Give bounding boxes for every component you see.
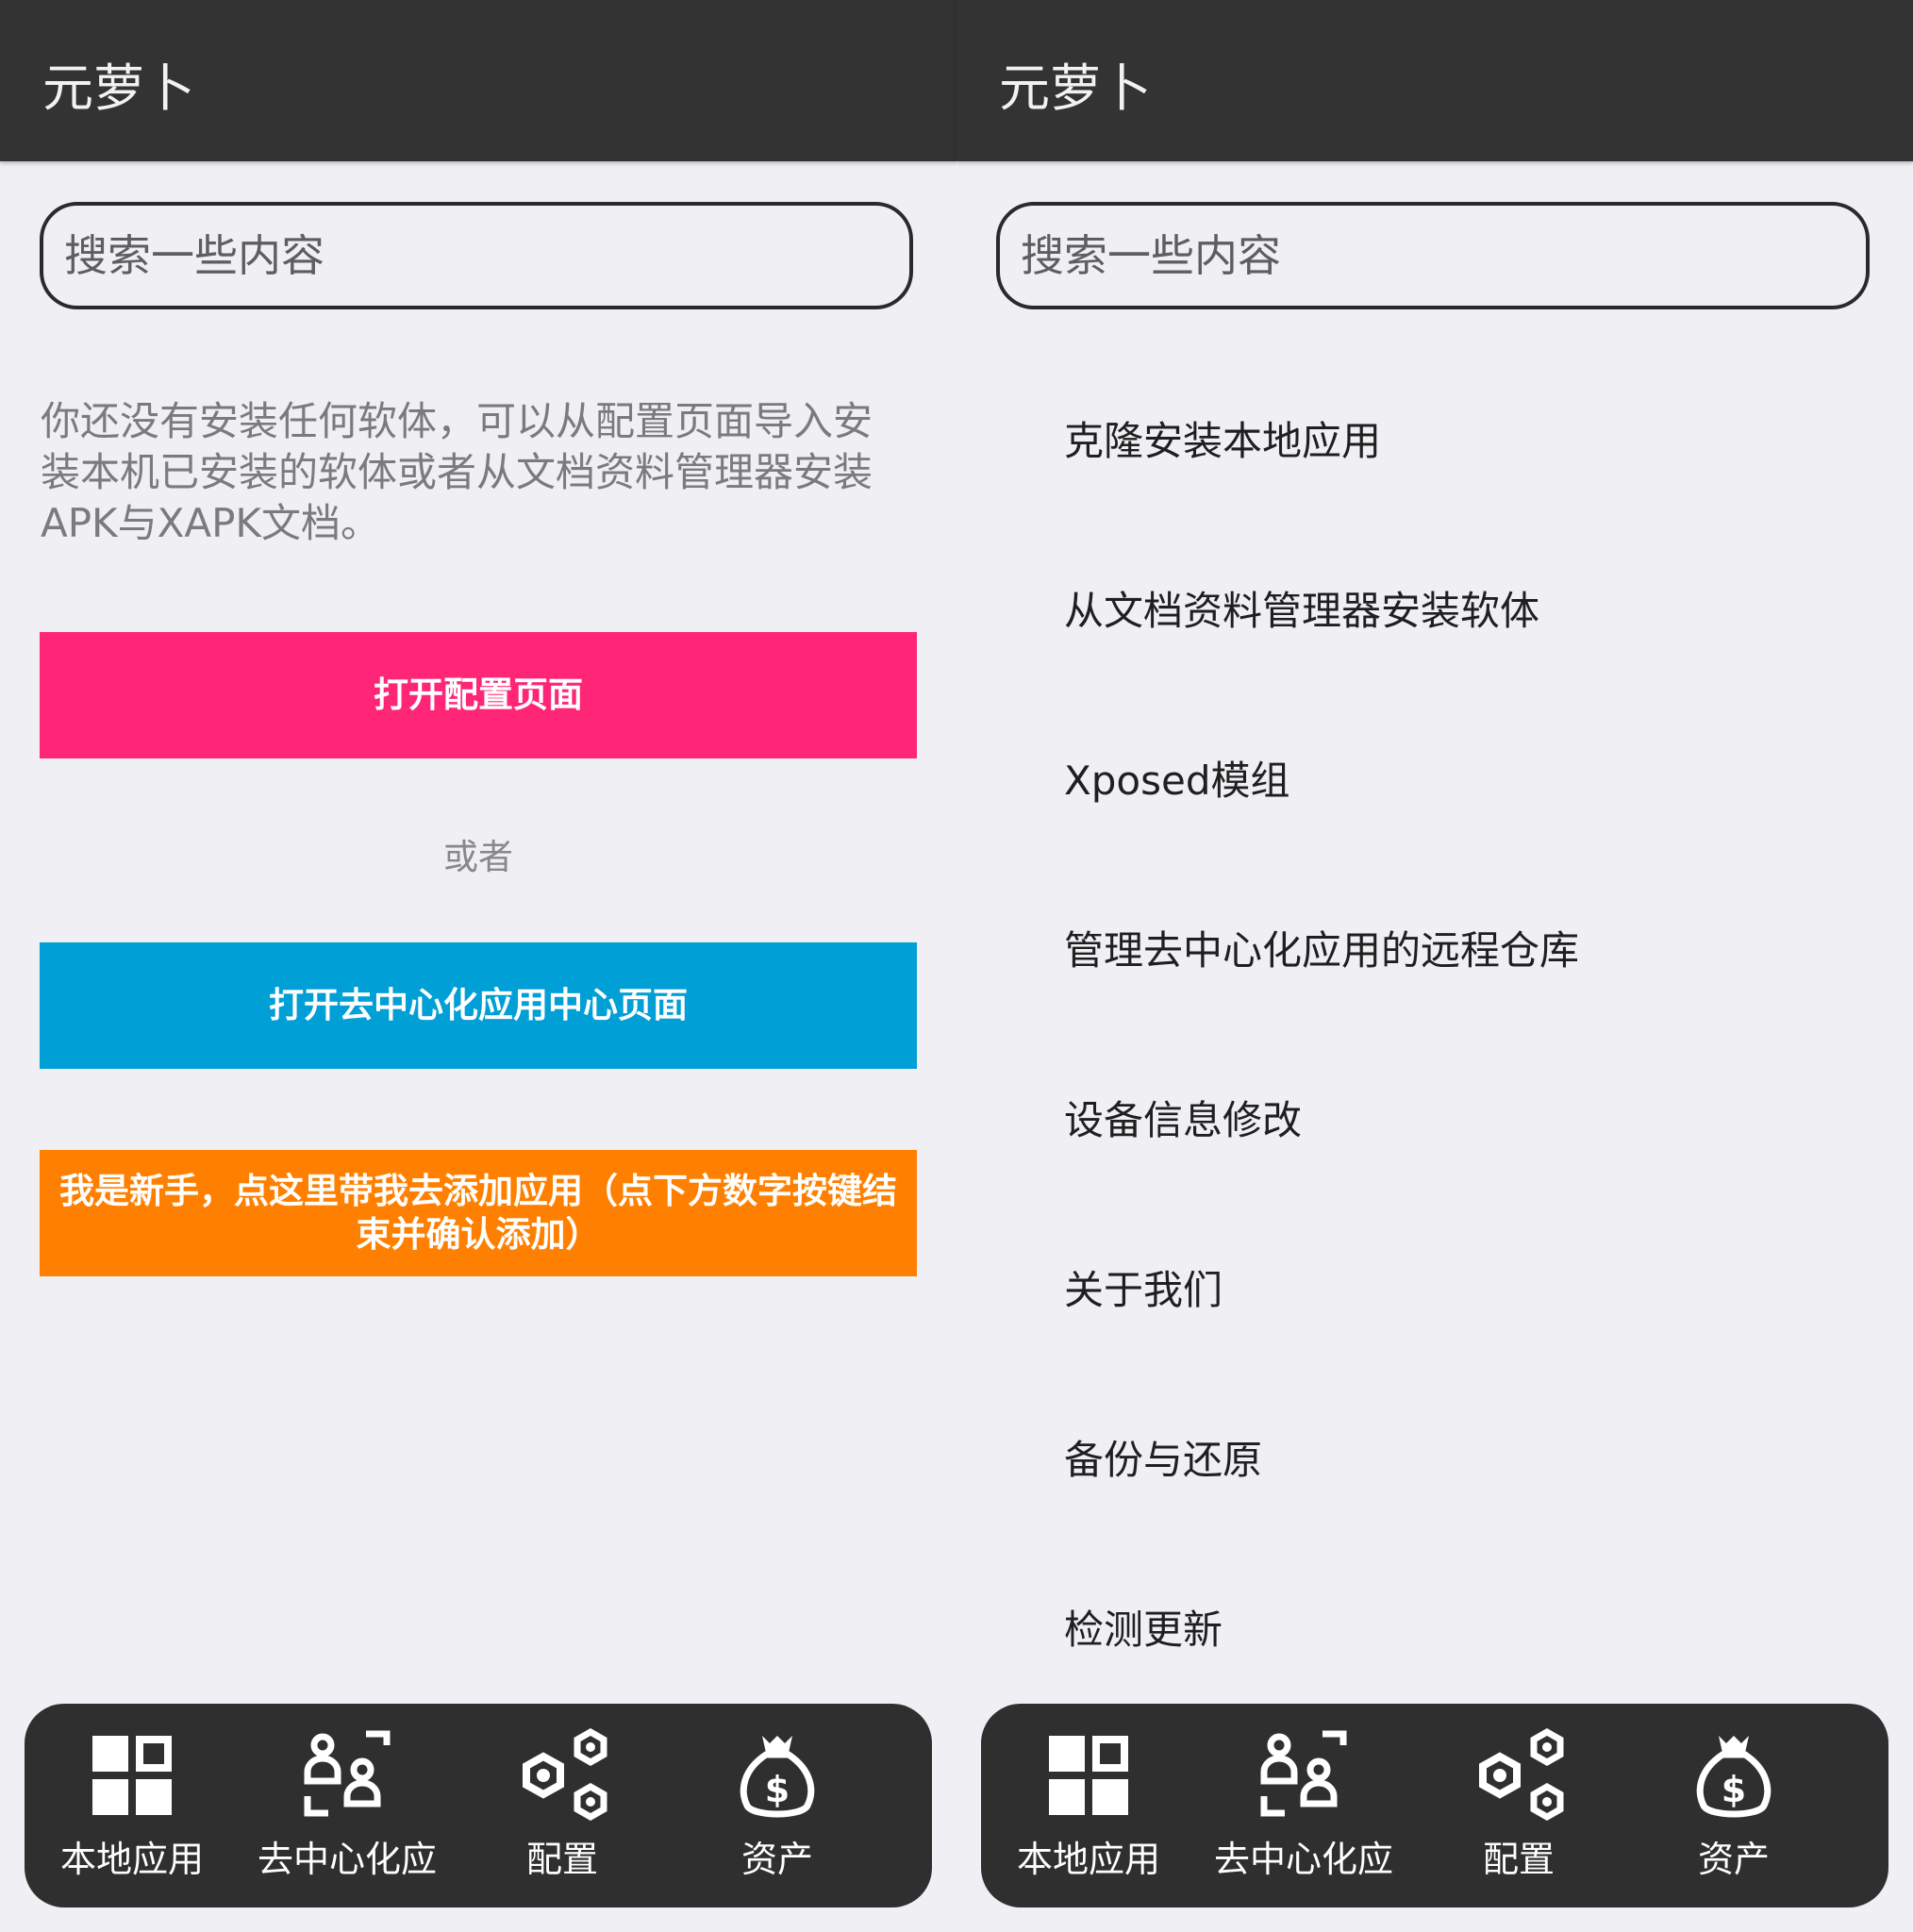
or-label: 或者 bbox=[443, 837, 513, 877]
right-screen: 元萝卜 克隆安装本地应用 从文档资料管理器安装软体 Xposed模组 管理去中心… bbox=[956, 0, 1913, 1932]
open-config-button[interactable]: 打开配置页面 bbox=[40, 632, 917, 758]
nav-assets[interactable]: $ 资产 bbox=[670, 1704, 885, 1907]
grid-icon bbox=[92, 1736, 172, 1815]
menu-check-update[interactable]: 检测更新 bbox=[1064, 1604, 1223, 1657]
app-title: 元萝卜 bbox=[999, 58, 1152, 118]
nav-label: 配置 bbox=[525, 1839, 598, 1880]
open-decentral-center-button-label: 打开去中心化应用中心页面 bbox=[269, 985, 688, 1025]
nav-assets[interactable]: $ 资产 bbox=[1626, 1704, 1841, 1907]
newbie-guide-button-label: 我是新手，点这里带我去添加应用（点下方数字按键结束并确认添加） bbox=[59, 1171, 897, 1255]
search-box[interactable] bbox=[40, 202, 913, 309]
search-box[interactable] bbox=[996, 202, 1870, 309]
menu-clone-install[interactable]: 克隆安装本地应用 bbox=[1064, 415, 1381, 468]
menu-backup-restore[interactable]: 备份与还原 bbox=[1064, 1434, 1262, 1487]
money-bag-icon: $ bbox=[1696, 1736, 1772, 1818]
grid-icon bbox=[1049, 1736, 1128, 1815]
svg-text:$: $ bbox=[1722, 1769, 1746, 1810]
nav-label: 配置 bbox=[1482, 1839, 1555, 1880]
nav-config[interactable]: 配置 bbox=[1411, 1704, 1626, 1907]
nav-label: 去中心化应 bbox=[1213, 1839, 1393, 1880]
menu-manage-remote-repos[interactable]: 管理去中心化应用的远程仓库 bbox=[1064, 924, 1579, 977]
newbie-guide-button[interactable]: 我是新手，点这里带我去添加应用（点下方数字按键结束并确认添加） bbox=[40, 1150, 917, 1276]
open-config-button-label: 打开配置页面 bbox=[374, 675, 583, 715]
nav-label: 本地应用 bbox=[1016, 1839, 1160, 1880]
nav-decentral[interactable]: 去中心化应 bbox=[1196, 1704, 1411, 1907]
open-decentral-center-button[interactable]: 打开去中心化应用中心页面 bbox=[40, 942, 917, 1069]
people-icon bbox=[1260, 1730, 1347, 1817]
nav-label: 本地应用 bbox=[59, 1839, 204, 1880]
hexagon-nuts-icon bbox=[523, 1728, 607, 1822]
search-input[interactable] bbox=[1021, 223, 1832, 289]
people-icon bbox=[304, 1730, 391, 1817]
search-input[interactable] bbox=[64, 223, 875, 289]
empty-state-text: 你还没有安装任何软体，可以从配置页面导入安装本机已安装的软体或者从文档资料管理器… bbox=[41, 398, 873, 546]
nav-local-apps[interactable]: 本地应用 bbox=[981, 1704, 1196, 1907]
app-bar: 元萝卜 bbox=[0, 0, 956, 161]
hexagon-nuts-icon bbox=[1479, 1728, 1564, 1822]
bottom-nav: 本地应用 去中心化应 配置 $ 资产 bbox=[981, 1704, 1888, 1907]
menu-device-info[interactable]: 设备信息修改 bbox=[1064, 1094, 1302, 1147]
app-title: 元萝卜 bbox=[42, 58, 195, 118]
menu-xposed-modules[interactable]: Xposed模组 bbox=[1064, 755, 1290, 808]
menu-install-from-file-manager[interactable]: 从文档资料管理器安装软体 bbox=[1064, 585, 1539, 638]
bottom-nav: 本地应用 去中心化应 配置 $ 资产 bbox=[25, 1704, 932, 1907]
nav-label: 去中心化应 bbox=[257, 1839, 437, 1880]
menu-about-us[interactable]: 关于我们 bbox=[1064, 1264, 1223, 1317]
nav-local-apps[interactable]: 本地应用 bbox=[25, 1704, 240, 1907]
nav-decentral[interactable]: 去中心化应 bbox=[240, 1704, 455, 1907]
left-screen: 元萝卜 你还没有安装任何软体，可以从配置页面导入安装本机已安装的软体或者从文档资… bbox=[0, 0, 956, 1932]
nav-label: 资产 bbox=[740, 1839, 813, 1880]
nav-config[interactable]: 配置 bbox=[455, 1704, 670, 1907]
app-bar: 元萝卜 bbox=[956, 0, 1913, 161]
svg-text:$: $ bbox=[765, 1769, 790, 1810]
nav-label: 资产 bbox=[1697, 1839, 1770, 1880]
money-bag-icon: $ bbox=[740, 1736, 815, 1818]
